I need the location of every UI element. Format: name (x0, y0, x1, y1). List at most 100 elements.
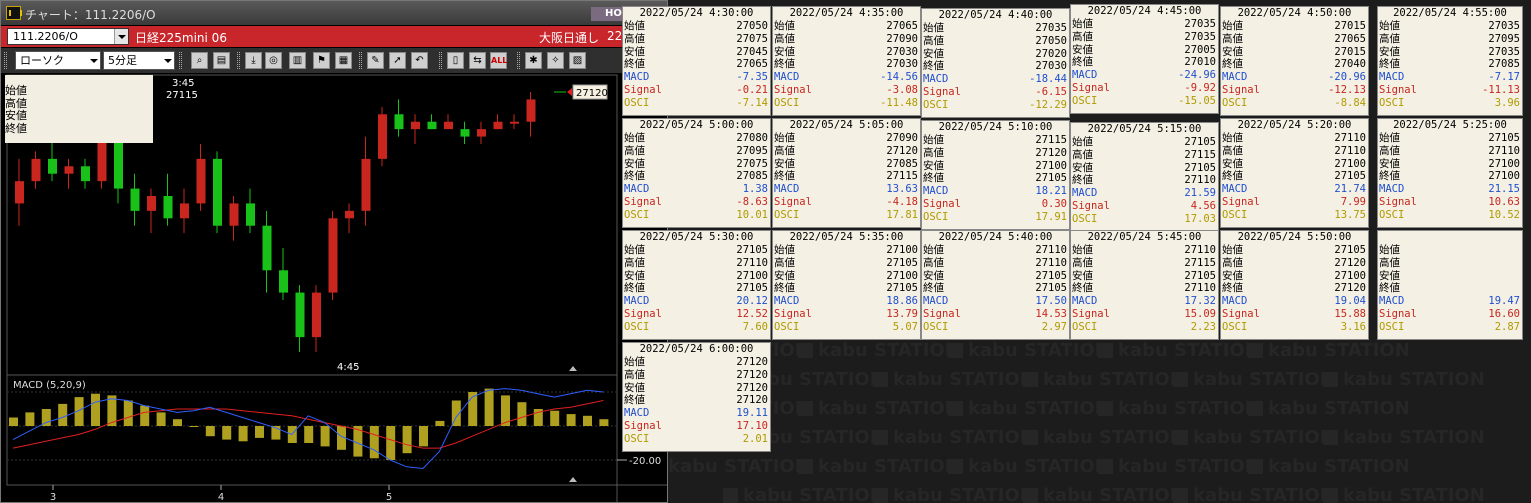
shift-icon[interactable]: ⇆ (469, 52, 486, 69)
title-bar[interactable]: チャート：111.2206/O HO (1, 1, 667, 25)
detail-value-osci: 2.97 (1041, 320, 1067, 333)
detail-row-signal: Signal 4.56 (1071, 200, 1218, 213)
detail-value-low: 27100 (1334, 157, 1366, 170)
osci-bar (189, 426, 199, 427)
watermark-text: kabu STATION (1173, 369, 1335, 390)
detail-row-high: 高値 27075 (623, 33, 770, 46)
detail-value-osci: -15.05 (1178, 94, 1216, 107)
detail-row-open: 始値 27050 (623, 20, 770, 33)
draw-pen-icon[interactable]: ✎ (367, 52, 384, 69)
detail-label-macd: MACD (1072, 187, 1098, 200)
candle-width-icon[interactable]: ▯ (447, 52, 464, 69)
detail-row-low: 安値 27100 (1221, 270, 1368, 283)
bar-chart-icon[interactable]: ▥ (289, 52, 306, 69)
detail-row-macd: MACD 19.47 (1378, 295, 1522, 308)
detail-value-low: 27005 (1184, 43, 1216, 56)
detail-label-high: 高値 (1379, 256, 1400, 269)
watermark-text: kabu STATION (1098, 340, 1260, 361)
detail-label-low: 安値 (1379, 45, 1400, 58)
detail-label-macd: MACD (774, 71, 800, 84)
detail-row-low: 安値 27105 (922, 270, 1069, 283)
detail-label-macd: MACD (624, 71, 650, 84)
detail-value-high: 27050 (1035, 34, 1067, 47)
flag-icon[interactable]: ⚑ (313, 52, 330, 69)
detail-row-macd: MACD 17.50 (922, 295, 1069, 308)
ohlc-open-label: 始値 (5, 84, 27, 97)
candle-body (213, 158, 222, 226)
detail-value-osci: 5.07 (892, 320, 918, 333)
detail-label-low: 安値 (1072, 269, 1093, 282)
detail-label-open: 始値 (624, 20, 645, 32)
detail-value-macd: -20.96 (1328, 71, 1366, 84)
settings-icon[interactable]: ✱ (525, 52, 542, 69)
color-palette-icon[interactable]: ▨ (569, 52, 586, 69)
osci-bar (173, 419, 182, 426)
detail-row-low: 安値 27105 (1071, 162, 1218, 175)
search-chart-icon[interactable]: ◎ (265, 52, 282, 69)
detail-value-macd: -7.17 (1488, 71, 1520, 84)
detail-value-macd: -14.56 (880, 71, 918, 84)
detail-label-open: 始値 (774, 20, 795, 32)
osci-bar (9, 417, 18, 426)
grid-icon[interactable]: ▦ (335, 52, 352, 69)
detail-row-osci: OSCI 3.16 (1221, 321, 1368, 334)
detail-value-signal: 4.56 (1190, 199, 1216, 212)
download-icon[interactable]: ⤓ (245, 52, 262, 69)
macd-tick-label: -20.00 (629, 456, 661, 467)
instrument-name: 日経225mini 06 (135, 31, 227, 45)
chevron-down-icon[interactable] (114, 29, 128, 44)
chevron-down-icon[interactable] (161, 52, 174, 69)
undo-icon[interactable]: ↶ (411, 52, 428, 69)
detail-box: 2022/05/24 6:00:00 始値 27120 高値 27120 安値 27120 終… (622, 342, 771, 452)
all-icon[interactable]: ALL (490, 52, 507, 69)
symbol-code-dropdown[interactable]: 111.2206/O (7, 28, 129, 45)
chevron-down-icon[interactable] (87, 52, 100, 69)
detail-value-macd: 17.50 (1035, 295, 1067, 308)
detail-value-osci: -8.84 (1334, 96, 1366, 109)
chart-type-select[interactable]: ローソク (15, 51, 101, 70)
detail-row-macd: MACD -24.96 (1071, 69, 1218, 82)
osci-bar (517, 402, 527, 426)
detail-label-close: 終値 (1072, 174, 1093, 187)
pointer-icon[interactable]: ➚ (389, 52, 406, 69)
candle-body (510, 121, 519, 124)
detail-label-signal: Signal (1379, 195, 1417, 208)
detail-label-high: 高値 (774, 144, 795, 157)
detail-row-signal: Signal -9.92 (1071, 82, 1218, 95)
zoom-icon[interactable]: ⌕ (191, 52, 208, 69)
interval-select[interactable]: 5分足 (103, 51, 175, 70)
detail-timestamp: 2022/05/24 4:50:00 (1237, 7, 1352, 19)
detail-value-high: 27120 (886, 144, 918, 157)
detail-timestamp: 2022/05/24 5:30:00 (639, 231, 754, 243)
osci-bar (386, 426, 396, 460)
toolbar-separator (179, 52, 182, 69)
detail-value-open: 27110 (1184, 244, 1216, 256)
detail-value-macd: 17.32 (1184, 295, 1216, 308)
candle-body (196, 158, 206, 204)
detail-label-macd: MACD (774, 295, 800, 308)
app-icon (6, 6, 22, 20)
detail-label-high: 高値 (624, 256, 645, 269)
detail-value-open: 27100 (886, 244, 918, 256)
detail-label-high: 高値 (1222, 32, 1243, 45)
detail-row-signal: Signal -4.18 (773, 196, 920, 209)
candle-body (444, 121, 453, 130)
wrench-icon[interactable]: ✧ (547, 52, 564, 69)
detail-label-osci: OSCI (624, 320, 650, 333)
detail-row-open: 始値 27105 (1071, 136, 1218, 149)
detail-row-open: 始値 27090 (773, 132, 920, 145)
watermark-text: kabu STATION (873, 485, 1035, 503)
detail-label-low: 安値 (1072, 161, 1093, 174)
layout-icon[interactable]: ▤ (213, 52, 230, 69)
detail-label-close: 終値 (923, 282, 944, 295)
watermark-text: kabu STATION (873, 427, 1035, 448)
candle-body (295, 292, 305, 338)
detail-label-macd: MACD (923, 185, 949, 198)
detail-row-high: 高値 27110 (922, 257, 1069, 270)
candle-body (229, 203, 239, 226)
detail-label-high: 高値 (774, 32, 795, 45)
osci-bar (566, 414, 576, 426)
ohlc-info-box: 始値 高値 安値 終値 (5, 75, 153, 143)
detail-timestamp: 2022/05/24 4:35:00 (789, 7, 904, 19)
detail-box: 2022/05/24 4:30:00 始値 27050 高値 27075 安値 27045 終… (622, 6, 771, 116)
